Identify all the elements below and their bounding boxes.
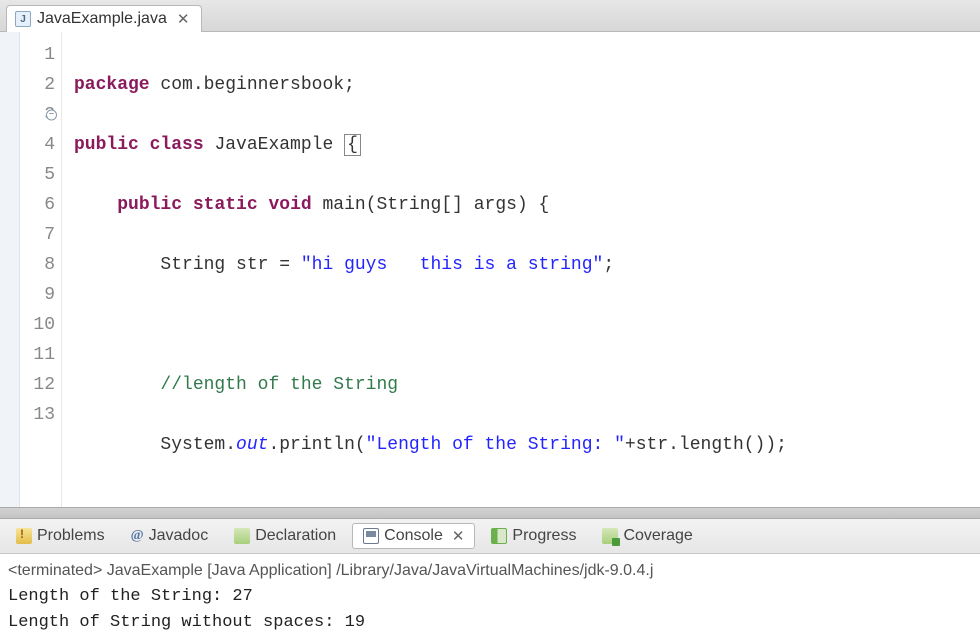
- tab-problems[interactable]: Problems: [6, 524, 115, 548]
- line-number: 4: [0, 130, 55, 160]
- tab-console[interactable]: Console ✕: [352, 523, 475, 549]
- java-file-icon: J: [15, 11, 31, 27]
- horizontal-sash[interactable]: [0, 507, 980, 519]
- editor-tab-label: JavaExample.java: [37, 10, 167, 28]
- line-number: 12: [0, 370, 55, 400]
- line-number: 1: [0, 40, 55, 70]
- close-icon[interactable]: ✕: [177, 10, 190, 28]
- tab-coverage[interactable]: Coverage: [592, 524, 702, 548]
- line-number: 3 −: [0, 100, 55, 130]
- views-tab-bar: Problems @ Javadoc Declaration Console ✕…: [0, 519, 980, 554]
- line-number: 10: [0, 310, 55, 340]
- line-number: 5: [0, 160, 55, 190]
- tab-javadoc[interactable]: @ Javadoc: [121, 524, 219, 548]
- tab-progress[interactable]: Progress: [481, 524, 586, 548]
- editor-tab-bar: J JavaExample.java ✕: [0, 0, 980, 32]
- javadoc-icon: @: [131, 528, 144, 544]
- tab-label: Progress: [512, 527, 576, 545]
- tab-label: Problems: [37, 527, 105, 545]
- line-number: 13: [0, 400, 55, 430]
- gutter: 1 2 3 − 4 5 6 7 8 9 10 11 12 13: [0, 32, 62, 507]
- code-editor[interactable]: 1 2 3 − 4 5 6 7 8 9 10 11 12 13 package …: [0, 32, 980, 507]
- progress-icon: [491, 528, 507, 544]
- tab-label: Console: [384, 527, 443, 545]
- tab-label: Coverage: [623, 527, 692, 545]
- console-status: <terminated> JavaExample [Java Applicati…: [8, 558, 972, 584]
- console-output-line: Length of String without spaces: 19: [8, 610, 972, 636]
- console-output-line: Length of the String: 27: [8, 584, 972, 610]
- line-number: 8: [0, 250, 55, 280]
- line-number: 9: [0, 280, 55, 310]
- coverage-icon: [602, 528, 618, 544]
- code-area[interactable]: package com.beginnersbook; public class …: [62, 32, 970, 507]
- editor-tab-javaexample[interactable]: J JavaExample.java ✕: [6, 5, 202, 32]
- console-icon: [363, 528, 379, 544]
- line-number: 2: [0, 70, 55, 100]
- line-number: 7: [0, 220, 55, 250]
- problems-icon: [16, 528, 32, 544]
- close-icon[interactable]: ✕: [452, 527, 465, 545]
- fold-collapse-icon[interactable]: −: [46, 110, 57, 121]
- declaration-icon: [234, 528, 250, 544]
- tab-label: Declaration: [255, 527, 336, 545]
- line-number: 11: [0, 340, 55, 370]
- tab-label: Javadoc: [149, 527, 209, 545]
- console-panel: <terminated> JavaExample [Java Applicati…: [0, 554, 980, 644]
- tab-declaration[interactable]: Declaration: [224, 524, 346, 548]
- matching-brace-highlight: {: [344, 134, 361, 156]
- line-number: 6: [0, 190, 55, 220]
